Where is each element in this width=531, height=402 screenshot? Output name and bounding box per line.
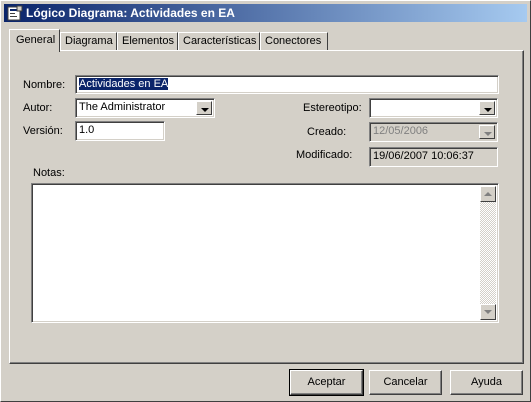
creado-dropdown-button[interactable]	[479, 125, 495, 139]
tab-elementos[interactable]: Elementos	[117, 32, 178, 51]
version-label: Versión:	[23, 125, 63, 137]
estereotipo-select[interactable]	[369, 98, 498, 118]
modificado-field: 19/06/2007 10:06:37	[369, 147, 498, 167]
cancelar-button[interactable]: Cancelar	[369, 370, 442, 395]
diagram-properties-icon	[7, 5, 23, 21]
autor-label: Autor:	[23, 102, 53, 114]
scroll-up-icon[interactable]	[480, 186, 496, 202]
estereotipo-label: Estereotipo:	[303, 102, 362, 114]
notas-textarea[interactable]	[31, 183, 499, 323]
nombre-value: Actividades en EA	[79, 78, 169, 90]
properties-dialog: Lógico Diagrama: Actividades en EA Gener…	[0, 0, 531, 402]
nombre-field[interactable]: Actividades en EA	[75, 75, 499, 94]
tab-diagrama[interactable]: Diagrama	[60, 32, 117, 51]
creado-label: Creado:	[307, 126, 347, 138]
estereotipo-dropdown-button[interactable]	[479, 101, 495, 115]
ayuda-button[interactable]: Ayuda	[450, 370, 523, 395]
notas-scrollbar[interactable]	[480, 186, 496, 320]
tab-general[interactable]: General	[9, 29, 60, 52]
tab-caracteristicas[interactable]: Características	[178, 32, 260, 51]
autor-select[interactable]: The Administrator	[75, 98, 215, 118]
tab-conectores[interactable]: Conectores	[260, 32, 328, 51]
scroll-down-icon[interactable]	[480, 304, 496, 320]
creado-select[interactable]: 12/05/2006	[369, 122, 498, 142]
title-bar[interactable]: Lógico Diagrama: Actividades en EA	[4, 4, 527, 22]
aceptar-button[interactable]: Aceptar	[289, 369, 364, 396]
modificado-label: Modificado:	[296, 149, 353, 161]
modificado-value: 19/06/2007 10:06:37	[373, 150, 474, 162]
notas-label: Notas:	[33, 167, 65, 179]
version-value: 1.0	[79, 124, 95, 136]
nombre-label: Nombre:	[23, 79, 66, 91]
autor-dropdown-button[interactable]	[196, 101, 212, 115]
creado-value: 12/05/2006	[373, 125, 429, 137]
autor-value: The Administrator	[79, 101, 166, 113]
version-field[interactable]: 1.0	[75, 121, 165, 141]
window-title: Lógico Diagrama: Actividades en EA	[26, 6, 235, 20]
